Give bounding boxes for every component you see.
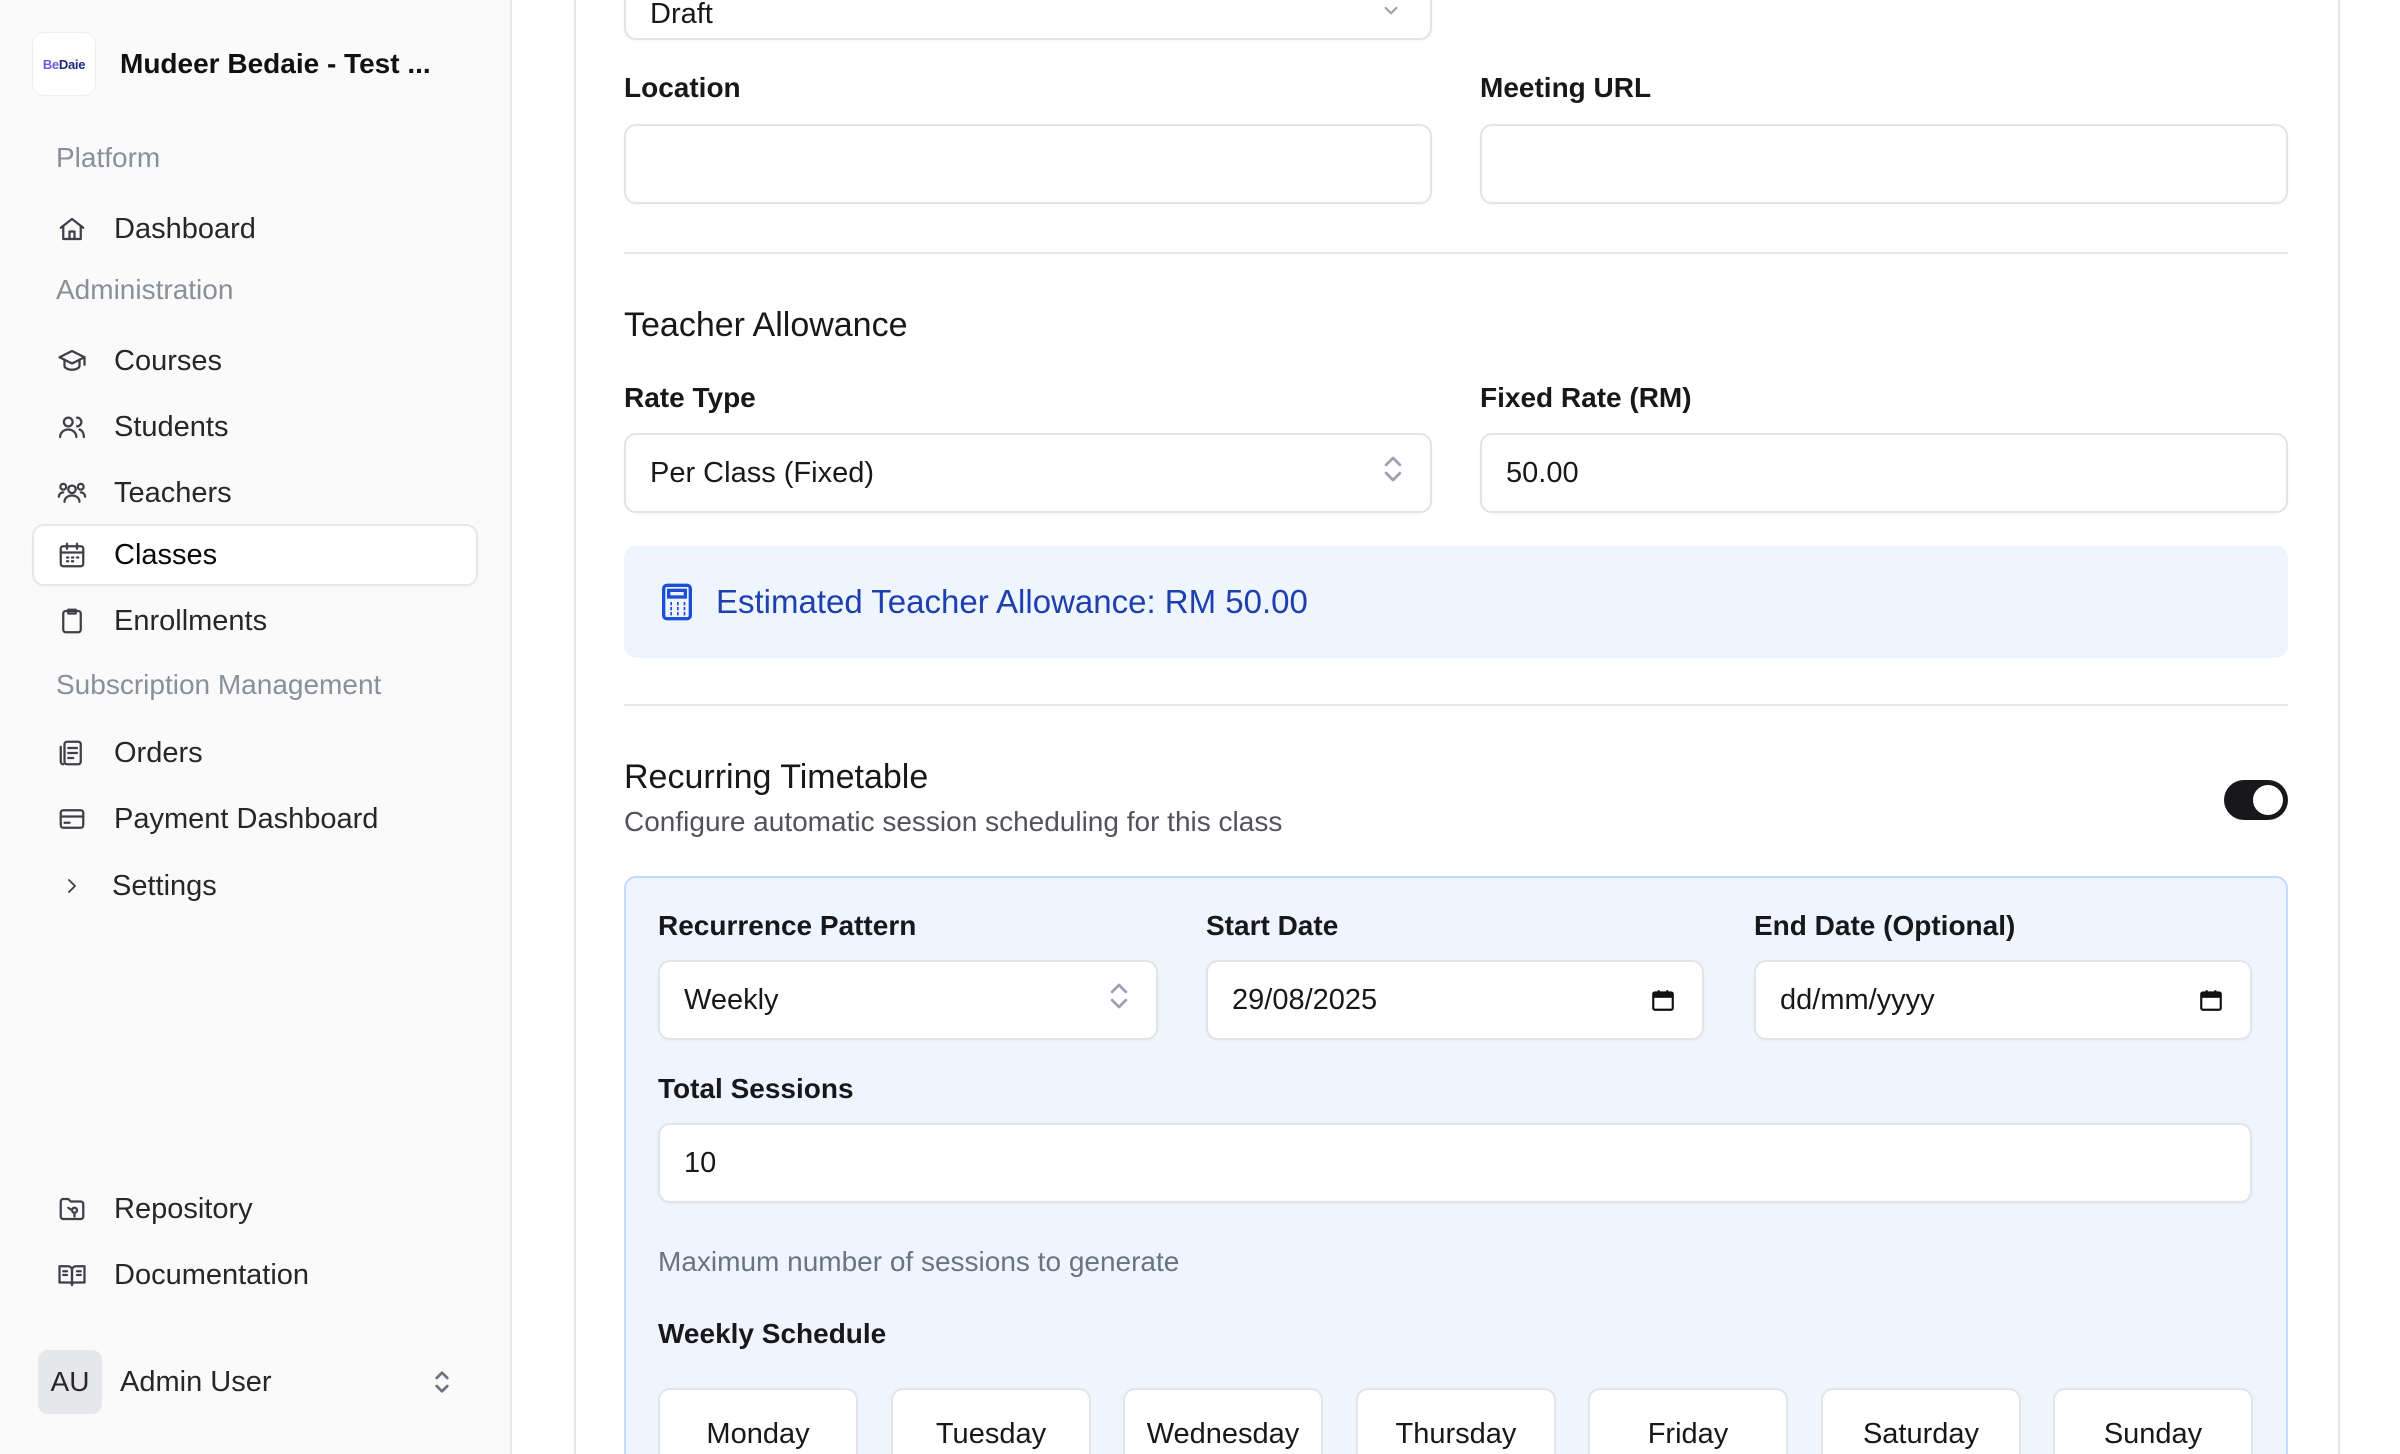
recurring-timetable-subtext: Configure automatic session scheduling f… bbox=[624, 806, 1283, 837]
end-date-placeholder: dd/mm/yyyy bbox=[1780, 983, 1935, 1016]
allowance-estimate-text: Estimated Teacher Allowance: RM 50.00 bbox=[716, 583, 1308, 620]
chevron-down-icon bbox=[1378, 0, 1404, 31]
sidebar: Be Daie Mudeer Bedaie - Test ... Platform… bbox=[0, 0, 512, 1454]
end-date-label: End Date (Optional) bbox=[1754, 910, 2016, 941]
sidebar-item-label: Teachers bbox=[114, 476, 232, 509]
receipt-icon bbox=[56, 737, 88, 769]
credit-card-icon bbox=[56, 803, 88, 835]
day-wednesday[interactable]: Wednesday bbox=[1123, 1388, 1323, 1454]
section-administration: Administration bbox=[56, 274, 234, 305]
sidebar-item-label: Enrollments bbox=[114, 604, 268, 637]
home-icon bbox=[56, 213, 88, 245]
chevron-right-icon bbox=[56, 870, 88, 902]
sidebar-item-label: Dashboard bbox=[114, 212, 256, 245]
start-date-input[interactable]: 29/08/2025 bbox=[1206, 960, 1704, 1040]
day-monday[interactable]: Monday bbox=[658, 1388, 858, 1454]
chevrons-up-down-icon bbox=[1108, 979, 1130, 1021]
recurrence-pattern-select[interactable]: Weekly bbox=[658, 960, 1158, 1040]
section-subscription: Subscription Management bbox=[56, 669, 382, 700]
sidebar-item-students[interactable]: Students bbox=[32, 396, 478, 458]
sidebar-item-documentation[interactable]: Documentation bbox=[32, 1244, 478, 1306]
sidebar-item-teachers[interactable]: Teachers bbox=[32, 462, 478, 524]
toggle-knob bbox=[2253, 785, 2283, 815]
allowance-estimate-banner: Estimated Teacher Allowance: RM 50.00 bbox=[624, 546, 2288, 658]
day-sunday[interactable]: Sunday bbox=[2053, 1388, 2253, 1454]
location-input[interactable] bbox=[624, 124, 1432, 204]
brand-logo-rest: Daie bbox=[58, 56, 86, 72]
sidebar-item-enrollments[interactable]: Enrollments bbox=[32, 590, 478, 652]
sidebar-item-label: Courses bbox=[114, 344, 222, 377]
sidebar-item-label: Payment Dashboard bbox=[114, 802, 379, 835]
user-group-icon bbox=[56, 477, 88, 509]
recurring-timetable-toggle[interactable] bbox=[2224, 780, 2288, 820]
divider bbox=[624, 704, 2288, 706]
total-sessions-label: Total Sessions bbox=[658, 1073, 854, 1104]
graduation-cap-icon bbox=[56, 345, 88, 377]
fixed-rate-label: Fixed Rate (RM) bbox=[1480, 382, 1692, 413]
chevrons-up-down-icon bbox=[426, 1366, 458, 1403]
sidebar-item-dashboard[interactable]: Dashboard bbox=[32, 198, 478, 260]
start-date-label: Start Date bbox=[1206, 910, 1339, 941]
day-tuesday[interactable]: Tuesday bbox=[891, 1388, 1091, 1454]
sidebar-item-label: Students bbox=[114, 410, 229, 443]
sidebar-item-label: Repository bbox=[114, 1192, 253, 1225]
day-thursday[interactable]: Thursday bbox=[1356, 1388, 1556, 1454]
sidebar-item-label: Documentation bbox=[114, 1258, 310, 1291]
recurrence-pattern-value: Weekly bbox=[684, 983, 779, 1016]
brand[interactable]: Be Daie Mudeer Bedaie - Test ... bbox=[32, 32, 431, 96]
day-friday[interactable]: Friday bbox=[1588, 1388, 1788, 1454]
section-platform: Platform bbox=[56, 142, 161, 173]
sidebar-item-classes[interactable]: Classes bbox=[32, 524, 478, 586]
clipboard-icon bbox=[56, 605, 88, 637]
rate-type-value: Per Class (Fixed) bbox=[650, 456, 874, 489]
sidebar-item-label: Classes bbox=[114, 538, 218, 571]
user-menu[interactable]: AU Admin User bbox=[38, 1350, 458, 1414]
start-date-value: 29/08/2025 bbox=[1232, 983, 1378, 1016]
calendar-picker-icon[interactable] bbox=[1650, 987, 1676, 1013]
user-name: Admin User bbox=[120, 1365, 272, 1398]
fixed-rate-value: 50.00 bbox=[1506, 456, 1579, 489]
fixed-rate-input[interactable]: 50.00 bbox=[1480, 433, 2288, 513]
status-select-value: Draft bbox=[650, 0, 713, 30]
book-open-icon bbox=[56, 1259, 88, 1291]
brand-logo: Be Daie bbox=[32, 32, 96, 96]
recurring-timetable-heading: Recurring Timetable bbox=[624, 758, 929, 796]
folder-git-icon bbox=[56, 1193, 88, 1225]
sidebar-item-label: Orders bbox=[114, 736, 203, 769]
sidebar-item-repository[interactable]: Repository bbox=[32, 1178, 478, 1240]
calculator-icon bbox=[660, 582, 694, 622]
calendar-icon bbox=[56, 539, 88, 571]
location-label: Location bbox=[624, 72, 741, 103]
brand-logo-be: Be bbox=[42, 56, 59, 72]
meeting-url-input[interactable] bbox=[1480, 124, 2288, 204]
weekly-schedule-label: Weekly Schedule bbox=[658, 1318, 887, 1349]
sidebar-item-orders[interactable]: Orders bbox=[32, 722, 478, 784]
total-sessions-value: 10 bbox=[684, 1146, 717, 1179]
recurrence-pattern-label: Recurrence Pattern bbox=[658, 910, 917, 941]
chevrons-up-down-icon bbox=[1382, 452, 1404, 494]
sidebar-item-label: Settings bbox=[112, 869, 217, 902]
rate-type-label: Rate Type bbox=[624, 382, 756, 413]
brand-name: Mudeer Bedaie - Test ... bbox=[120, 48, 431, 79]
rate-type-select[interactable]: Per Class (Fixed) bbox=[624, 433, 1432, 513]
divider bbox=[624, 252, 2288, 254]
meeting-url-label: Meeting URL bbox=[1480, 72, 1652, 103]
teacher-allowance-heading: Teacher Allowance bbox=[624, 306, 908, 344]
total-sessions-input[interactable]: 10 bbox=[658, 1123, 2252, 1203]
sidebar-item-courses[interactable]: Courses bbox=[32, 330, 478, 392]
calendar-picker-icon[interactable] bbox=[2198, 987, 2224, 1013]
avatar: AU bbox=[38, 1350, 102, 1414]
sidebar-item-settings[interactable]: Settings bbox=[32, 855, 478, 917]
end-date-input[interactable]: dd/mm/yyyy bbox=[1754, 960, 2252, 1040]
status-select[interactable]: Draft bbox=[624, 0, 1432, 40]
total-sessions-help: Maximum number of sessions to generate bbox=[658, 1246, 1180, 1277]
day-saturday[interactable]: Saturday bbox=[1821, 1388, 2021, 1454]
users-icon bbox=[56, 411, 88, 443]
sidebar-item-payment-dashboard[interactable]: Payment Dashboard bbox=[32, 788, 478, 850]
